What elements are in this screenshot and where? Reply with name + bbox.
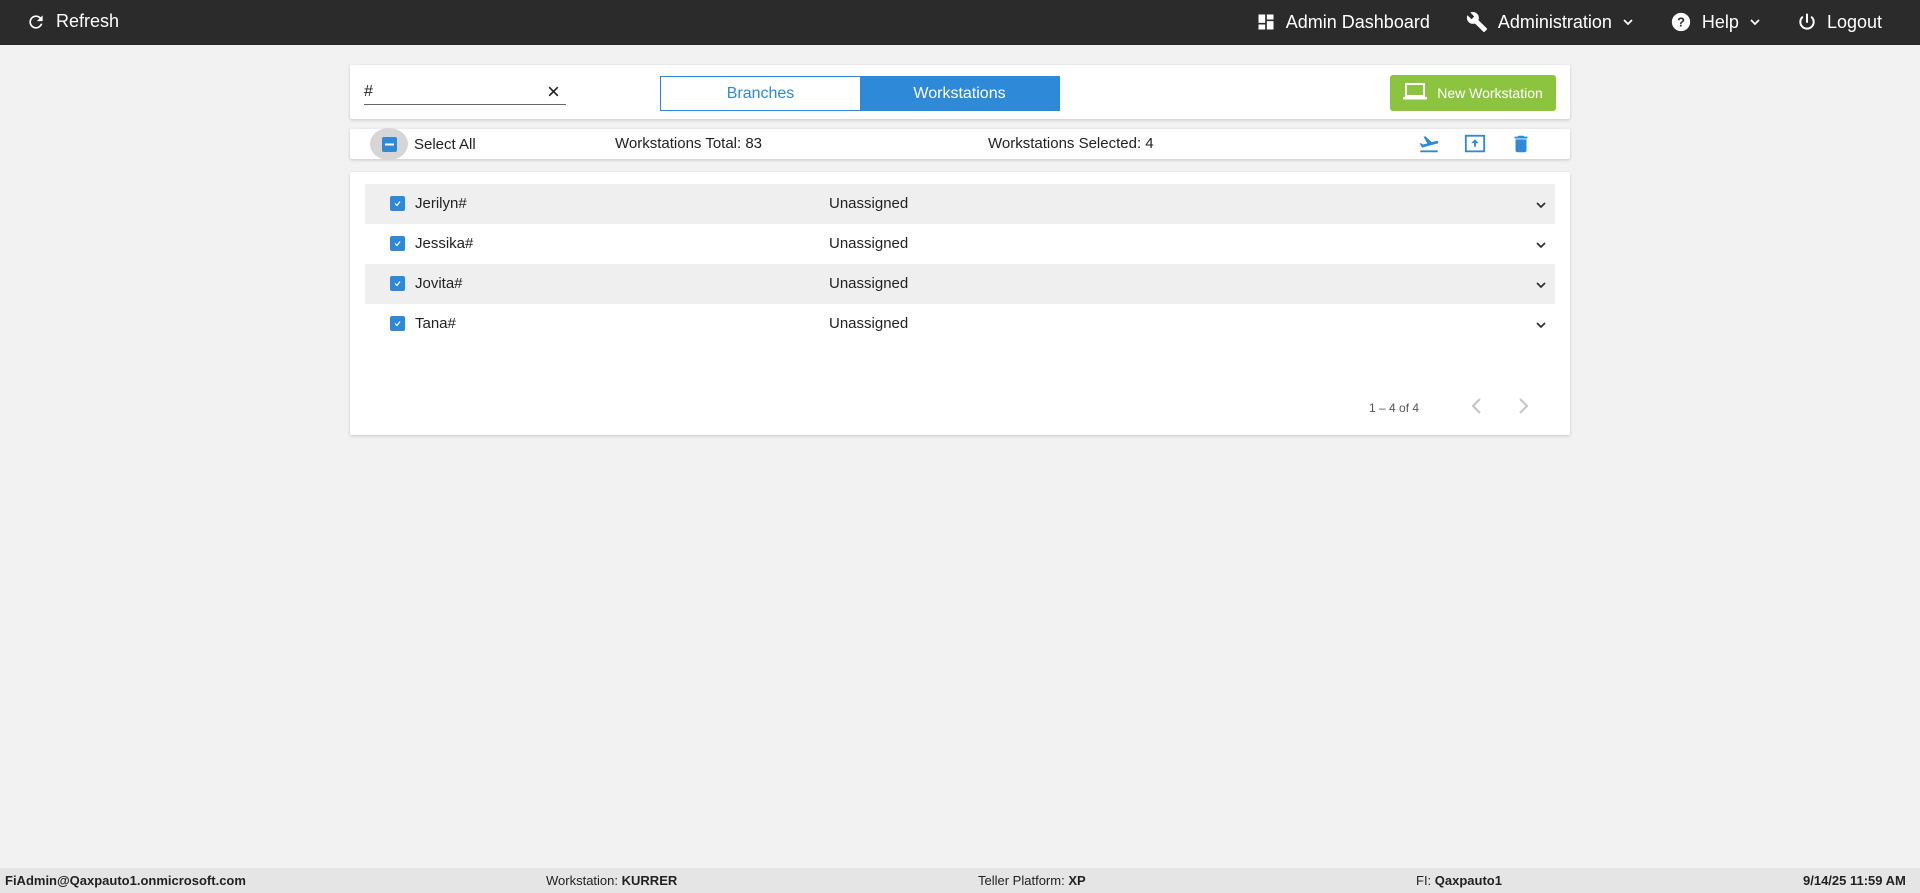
next-page-button[interactable] bbox=[1516, 397, 1530, 420]
workstations-selected: Workstations Selected: 4 bbox=[988, 135, 1154, 152]
chevron-down-icon[interactable] bbox=[1535, 318, 1547, 336]
tab-workstations[interactable]: Workstations bbox=[860, 77, 1059, 110]
previous-page-button[interactable] bbox=[1470, 397, 1484, 420]
footer-platform: Teller Platform: XP bbox=[978, 873, 1086, 888]
airplane-takeoff-icon[interactable] bbox=[1418, 133, 1440, 160]
close-icon[interactable] bbox=[547, 85, 560, 103]
workstation-name: Jessika# bbox=[415, 235, 474, 252]
tab-branches[interactable]: Branches bbox=[661, 77, 860, 110]
refresh-button[interactable]: Refresh bbox=[26, 11, 119, 32]
workstation-name: Jerilyn# bbox=[415, 195, 467, 212]
chevron-down-icon bbox=[1749, 16, 1761, 28]
svg-text:?: ? bbox=[1677, 15, 1685, 30]
bulk-actions bbox=[1418, 133, 1532, 160]
search-input[interactable] bbox=[364, 79, 534, 103]
power-icon bbox=[1797, 12, 1817, 32]
select-all-checkbox[interactable] bbox=[370, 128, 408, 160]
chevron-down-icon[interactable] bbox=[1535, 238, 1547, 256]
footer-datetime: 9/14/25 11:59 AM bbox=[1803, 873, 1906, 888]
footer-user: FiAdmin@Qaxpauto1.onmicrosoft.com bbox=[5, 873, 246, 888]
chevron-down-icon[interactable] bbox=[1535, 198, 1547, 216]
select-all-label[interactable]: Select All bbox=[414, 136, 476, 153]
search-field bbox=[364, 79, 566, 105]
search-panel: Branches Workstations New Workstation bbox=[350, 65, 1570, 119]
list-item[interactable]: Tana# Unassigned bbox=[365, 304, 1555, 344]
help-label: Help bbox=[1701, 11, 1739, 32]
view-toggle: Branches Workstations bbox=[660, 76, 1060, 111]
refresh-icon bbox=[26, 12, 46, 32]
logout-button[interactable]: Logout bbox=[1797, 11, 1882, 33]
row-checkbox[interactable] bbox=[390, 316, 405, 331]
list-item[interactable]: Jessika# Unassigned bbox=[365, 224, 1555, 264]
footer-fi: FI: Qaxpauto1 bbox=[1416, 873, 1502, 888]
help-menu[interactable]: ? Help bbox=[1670, 11, 1761, 33]
summary-bar: Select All Workstations Total: 83 Workst… bbox=[350, 128, 1570, 160]
laptop-icon bbox=[1403, 82, 1428, 104]
logout-label: Logout bbox=[1826, 11, 1882, 32]
workstation-name: Jovita# bbox=[415, 275, 463, 292]
admin-dashboard-link[interactable]: Admin Dashboard bbox=[1256, 11, 1430, 33]
row-checkbox[interactable] bbox=[390, 196, 405, 211]
row-checkbox[interactable] bbox=[390, 236, 405, 251]
checkbox-focus-halo bbox=[370, 128, 408, 160]
admin-dashboard-label: Admin Dashboard bbox=[1285, 11, 1430, 32]
workstations-total: Workstations Total: 83 bbox=[615, 135, 763, 152]
wrench-icon bbox=[1466, 11, 1488, 33]
workstation-name: Tana# bbox=[415, 315, 456, 332]
workstation-status: Unassigned bbox=[829, 315, 909, 332]
workstation-status: Unassigned bbox=[829, 235, 909, 252]
pagination-range: 1 – 4 of 4 bbox=[1369, 401, 1420, 415]
dashboard-icon bbox=[1256, 12, 1276, 32]
list-item[interactable]: Jovita# Unassigned bbox=[365, 264, 1555, 304]
footer-workstation: Workstation: KURRER bbox=[546, 873, 678, 888]
trash-icon[interactable] bbox=[1510, 133, 1532, 160]
chevron-down-icon bbox=[1622, 16, 1634, 28]
workstation-status: Unassigned bbox=[829, 195, 909, 212]
top-navigation-bar: Refresh Admin Dashboard Administration ?… bbox=[0, 0, 1920, 45]
administration-menu[interactable]: Administration bbox=[1466, 11, 1634, 33]
administration-label: Administration bbox=[1497, 11, 1612, 32]
list-item[interactable]: Jerilyn# Unassigned bbox=[365, 184, 1555, 224]
indeterminate-checkbox-icon bbox=[381, 136, 397, 152]
status-footer: FiAdmin@Qaxpauto1.onmicrosoft.com Workst… bbox=[0, 868, 1920, 893]
row-checkbox[interactable] bbox=[390, 276, 405, 291]
new-workstation-button[interactable]: New Workstation bbox=[1390, 75, 1556, 111]
workstation-status: Unassigned bbox=[829, 275, 909, 292]
help-circle-icon: ? bbox=[1670, 11, 1692, 33]
upload-icon[interactable] bbox=[1464, 133, 1486, 160]
workstation-list-panel: Jerilyn# Unassigned Jessika# Unassigned … bbox=[350, 172, 1570, 435]
new-workstation-label: New Workstation bbox=[1437, 85, 1543, 101]
refresh-label: Refresh bbox=[56, 11, 120, 31]
chevron-down-icon[interactable] bbox=[1535, 278, 1547, 296]
